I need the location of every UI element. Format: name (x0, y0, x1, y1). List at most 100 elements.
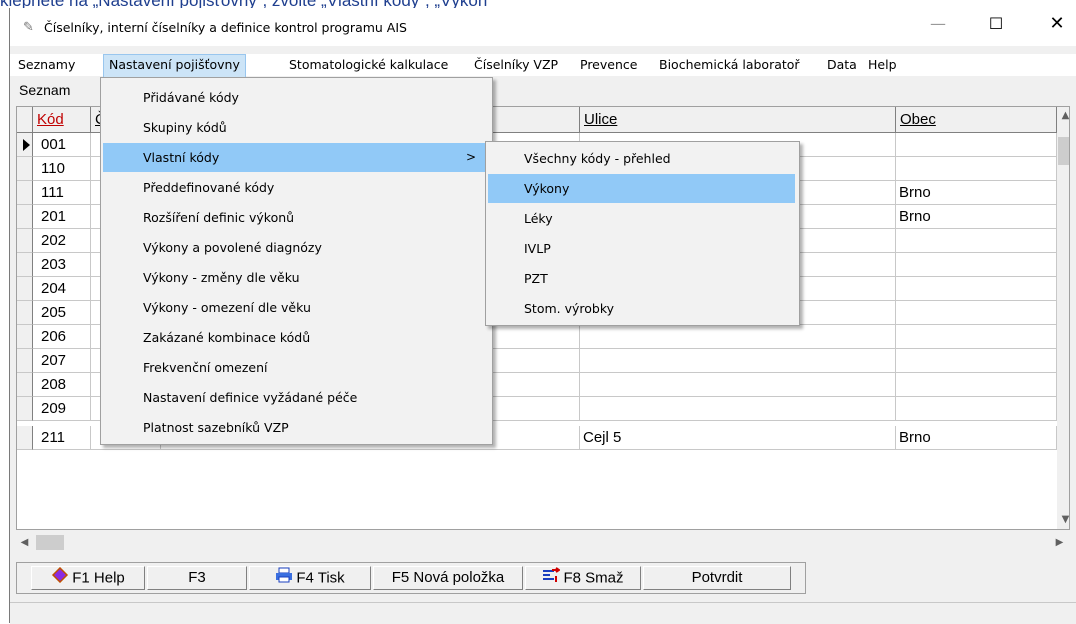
cell-city[interactable] (896, 301, 1057, 325)
menu-item[interactable]: Frekvenční omezení (103, 353, 488, 382)
cell-street[interactable] (580, 325, 896, 349)
submenu-item[interactable]: Léky (488, 204, 795, 233)
row-indicator[interactable] (17, 277, 33, 301)
scroll-up-icon[interactable]: ▲ (1057, 107, 1069, 124)
menu-item[interactable]: Skupiny kódů (103, 113, 488, 142)
cell-city[interactable] (896, 133, 1057, 157)
menu-item-label: Skupiny kódů (143, 120, 227, 135)
row-indicator[interactable] (17, 325, 33, 349)
row-indicator[interactable] (17, 373, 33, 397)
close-button[interactable]: ✕ (1034, 8, 1076, 40)
vertical-scrollbar[interactable]: ▲ ▼ (1057, 107, 1069, 529)
menu-item-label: Vlastní kódy (143, 150, 220, 165)
menu-item-label: Přidávané kódy (143, 90, 239, 105)
row-indicator[interactable] (17, 133, 33, 157)
cell-code[interactable]: 111 (33, 181, 91, 205)
cell-street[interactable] (580, 373, 896, 397)
menu-nastaveni-pojistovny[interactable]: Nastavení pojišťovny (103, 54, 246, 78)
cell-city[interactable]: Brno (896, 205, 1057, 229)
cell-code[interactable]: 204 (33, 277, 91, 301)
cell-code[interactable]: 205 (33, 301, 91, 325)
header-indicator (17, 107, 33, 133)
row-indicator[interactable] (17, 205, 33, 229)
title-bar: ✎ Číselníky, interní číselníky a definic… (10, 8, 1076, 46)
scroll-left-icon[interactable]: ◀ (16, 534, 33, 551)
menu-biochemicka-laborator[interactable]: Biochemická laboratoř (654, 54, 805, 76)
tab-seznam[interactable]: Seznam (19, 82, 70, 98)
cell-city[interactable] (896, 253, 1057, 277)
submenu-item[interactable]: Všechny kódy - přehled (488, 144, 795, 173)
cell-city[interactable] (896, 397, 1057, 421)
new-item-button[interactable]: F5 Nová položka (373, 566, 523, 590)
menu-prevence[interactable]: Prevence (575, 54, 642, 76)
menu-help[interactable]: Help (863, 54, 902, 76)
submenu-item[interactable]: Výkony (488, 174, 795, 203)
cell-city[interactable] (896, 157, 1057, 181)
delete-button[interactable]: F8 Smaž (525, 566, 641, 590)
cell-street[interactable] (580, 397, 896, 421)
row-indicator[interactable] (17, 253, 33, 277)
hscroll-thumb[interactable] (36, 535, 64, 550)
cell-city[interactable] (896, 373, 1057, 397)
cell-code[interactable]: 208 (33, 373, 91, 397)
f3-button[interactable]: F3 (147, 566, 247, 590)
cell-city[interactable] (896, 229, 1057, 253)
scroll-thumb[interactable] (1058, 137, 1069, 165)
menu-seznamy[interactable]: Seznamy (13, 54, 80, 76)
help-label: F1 Help (72, 569, 125, 587)
cell-code[interactable]: 202 (33, 229, 91, 253)
menu-item[interactable]: Přidávané kódy (103, 83, 488, 112)
cell-street[interactable] (580, 349, 896, 373)
printer-icon (275, 567, 293, 590)
menu-item[interactable]: Platnost sazebníků VZP (103, 413, 488, 442)
submenu-item[interactable]: IVLP (488, 234, 795, 263)
window-title: Číselníky, interní číselníky a definice … (44, 20, 407, 35)
row-indicator[interactable] (17, 229, 33, 253)
menu-data[interactable]: Data (822, 54, 862, 76)
menu-item[interactable]: Výkony a povolené diagnózy (103, 233, 488, 262)
cell-city[interactable]: Brno (896, 181, 1057, 205)
row-indicator[interactable] (17, 349, 33, 373)
scroll-right-icon[interactable]: ▶ (1051, 534, 1068, 551)
header-city[interactable]: Obec (896, 107, 1057, 133)
print-button[interactable]: F4 Tisk (249, 566, 371, 590)
row-indicator[interactable] (17, 397, 33, 421)
row-indicator[interactable] (17, 301, 33, 325)
minimize-button[interactable]: — (915, 8, 961, 40)
cell-code[interactable]: 110 (33, 157, 91, 181)
cell-code[interactable]: 201 (33, 205, 91, 229)
menu-item[interactable]: Předdefinované kódy (103, 173, 488, 202)
cell-code[interactable]: 207 (33, 349, 91, 373)
header-code[interactable]: Kód (33, 107, 91, 133)
horizontal-scrollbar[interactable]: ◀ ▶ (16, 534, 1068, 551)
submenu-item[interactable]: Stom. výrobky (488, 294, 795, 323)
menu-stomatologicke-kalkulace[interactable]: Stomatologické kalkulace (284, 54, 453, 76)
row-indicator[interactable] (17, 181, 33, 205)
cell-code[interactable]: 211 (33, 426, 91, 450)
menu-item-label: Zakázané kombinace kódů (143, 330, 311, 345)
cell-code[interactable]: 206 (33, 325, 91, 349)
confirm-button[interactable]: Potvrdit (643, 566, 791, 590)
cell-code[interactable]: 203 (33, 253, 91, 277)
cell-code[interactable]: 209 (33, 397, 91, 421)
menu-item[interactable]: Výkony - omezení dle věku (103, 293, 488, 322)
scroll-down-icon[interactable]: ▼ (1057, 511, 1069, 528)
row-indicator[interactable] (17, 157, 33, 181)
menu-item[interactable]: Zakázané kombinace kódů (103, 323, 488, 352)
cell-city[interactable] (896, 349, 1057, 373)
help-button[interactable]: F1 Help (31, 566, 145, 590)
maximize-button[interactable]: ☐ (973, 8, 1019, 40)
submenu-item[interactable]: PZT (488, 264, 795, 293)
cell-street[interactable]: Cejl 5 (580, 426, 896, 450)
menu-item[interactable]: Nastavení definice vyžádané péče (103, 383, 488, 412)
menu-item[interactable]: Výkony - změny dle věku (103, 263, 488, 292)
menu-ciselniky-vzp[interactable]: Číselníky VZP (469, 54, 563, 76)
header-street[interactable]: Ulice (580, 107, 896, 133)
menu-item[interactable]: Rozšíření definic výkonů (103, 203, 488, 232)
cell-city[interactable] (896, 277, 1057, 301)
cell-city[interactable] (896, 325, 1057, 349)
cell-code[interactable]: 001 (33, 133, 91, 157)
cell-city[interactable]: Brno (896, 426, 1057, 450)
row-indicator[interactable] (17, 426, 33, 450)
menu-item[interactable]: Vlastní kódy > (103, 143, 488, 172)
